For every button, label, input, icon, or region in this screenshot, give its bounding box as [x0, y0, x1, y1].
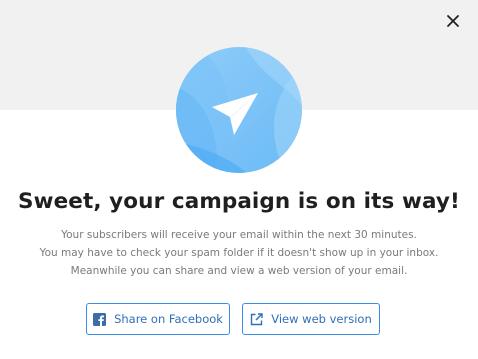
description-line: You may have to check your spam folder i…	[39, 247, 439, 259]
close-icon	[447, 15, 459, 27]
facebook-icon	[93, 312, 107, 326]
page-title: Sweet, your campaign is on its way!	[18, 189, 460, 214]
external-link-icon	[250, 312, 263, 326]
success-modal: Sweet, your campaign is on its way! Your…	[0, 0, 478, 359]
view-web-version-label: View web version	[271, 312, 372, 326]
description-line: Your subscribers will receive your email…	[61, 229, 417, 241]
close-button[interactable]	[443, 11, 463, 31]
hero-illustration	[176, 47, 302, 173]
paper-plane-icon	[176, 47, 302, 173]
description-line: Meanwhile you can share and view a web v…	[70, 265, 408, 277]
share-facebook-label: Share on Facebook	[114, 312, 223, 326]
share-facebook-button[interactable]: Share on Facebook	[86, 303, 230, 335]
view-web-version-button[interactable]: View web version	[242, 303, 380, 335]
description: Your subscribers will receive your email…	[0, 226, 478, 280]
